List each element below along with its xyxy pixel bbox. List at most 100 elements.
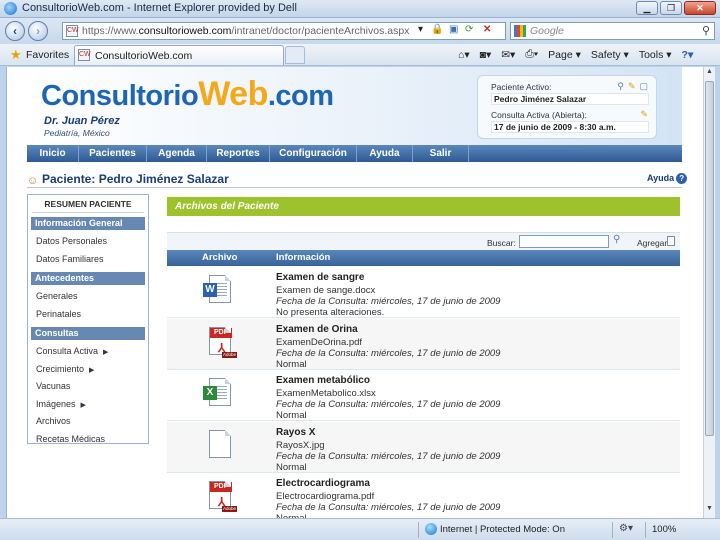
nav-item-configuraci-n[interactable]: Configuración (270, 145, 357, 162)
edit-patient-icon[interactable]: ✎ (628, 81, 636, 92)
page-menu[interactable]: Page ▾ (548, 49, 581, 61)
add-file-icon[interactable] (667, 236, 675, 246)
file-title[interactable]: Examen de Orina (276, 324, 358, 335)
home-icon[interactable]: ⌂▾ (458, 49, 470, 61)
zoom-level[interactable]: 100% (652, 524, 676, 535)
minimize-button[interactable]: ▁ (636, 1, 658, 15)
files-search-icon[interactable]: ⚲ (613, 234, 620, 245)
pdf-file-icon[interactable]: PDF ⅄ Adobe (203, 479, 237, 513)
scroll-up-icon[interactable]: ▲ (704, 68, 715, 80)
nav-item-inicio[interactable]: Inicio (27, 145, 79, 162)
file-name: RayosX.jpg (276, 439, 325, 451)
active-patient-box: Paciente Activo: ⚲ ✎ ▢ Pedro Jiménez Sal… (477, 75, 657, 139)
file-name: ExamenMetabolico.xlsx (276, 388, 376, 399)
sidebar-item[interactable]: Datos Familiares (36, 254, 104, 264)
edit-consult-icon[interactable]: ✎ (640, 109, 648, 120)
maximize-button[interactable]: ❐ (660, 1, 682, 15)
sidebar-item[interactable]: Imágenes ▶ (36, 399, 86, 409)
patient-icon: ☺ (27, 175, 39, 187)
sidebar-item[interactable]: Perinatales (36, 309, 81, 319)
help-link[interactable]: Ayuda? (647, 173, 688, 184)
refresh-icon[interactable]: ⟳ (465, 24, 473, 35)
sidebar-item-label: Imágenes (36, 398, 76, 409)
add-file-button[interactable]: Agregar (637, 238, 667, 248)
favorites-star-icon[interactable]: ★ (10, 47, 22, 63)
address-toolbar: ‹ › CW https://www.consultorioweb.com/in… (0, 18, 720, 44)
mail-icon[interactable]: ✉▾ (501, 49, 515, 61)
protected-mode-icon[interactable]: ⚙▾ (619, 523, 633, 534)
sidebar-section[interactable]: Antecedentes (31, 272, 145, 285)
file-title[interactable]: Examen de sangre (276, 272, 364, 283)
nav-item-reportes[interactable]: Reportes (207, 145, 270, 162)
table-row[interactable]: W Examen de sangre Examen de sange.docx Fec… (167, 267, 680, 318)
sidebar-item[interactable]: Vacunas (36, 381, 70, 391)
nav-item-pacientes[interactable]: Pacientes (79, 145, 147, 162)
file-note: No presenta alteraciones. (276, 307, 385, 318)
tools-menu[interactable]: Tools ▾ (639, 49, 672, 61)
files-table-header: Archivo Información (167, 250, 680, 266)
consult-date: Fecha de la Consulta: miércoles, 17 de j… (276, 347, 501, 359)
sidebar-item[interactable]: Archivos (36, 416, 71, 426)
nav-item-ayuda[interactable]: Ayuda (357, 145, 413, 162)
compatibility-icon[interactable]: ▣ (449, 24, 458, 35)
table-row[interactable]: Rayos X RayosX.jpg Fecha de la Consulta: m… (167, 421, 680, 473)
sidebar-section[interactable]: Información General (31, 217, 145, 230)
file-title[interactable]: Rayos X (276, 427, 315, 438)
search-box[interactable]: Google ⚲ (510, 22, 715, 40)
page-scrollbar[interactable]: ▲ ▼ (703, 67, 715, 518)
new-tab-button[interactable] (285, 46, 305, 64)
file-name: Electrocardiograma.pdf (276, 491, 375, 502)
scroll-thumb[interactable] (705, 81, 714, 436)
nav-item-agenda[interactable]: Agenda (147, 145, 207, 162)
sidebar-section[interactable]: Consultas (31, 327, 145, 340)
patient-summary-sidebar: RESUMEN PACIENTE Información General Dato… (27, 194, 149, 444)
consult-date: Fecha de la Consulta: miércoles, 17 de j… (276, 399, 501, 410)
close-button[interactable]: ✕ (684, 1, 716, 15)
site-logo[interactable]: ConsultorioWeb.com (41, 75, 334, 114)
active-consult-value: 17 de junio de 2009 - 8:30 a.m. (491, 121, 649, 133)
nav-item-salir[interactable]: Salir (413, 145, 469, 162)
security-zone[interactable]: Internet | Protected Mode: On (440, 524, 565, 535)
table-row[interactable]: X Examen metabólico ExamenMetabolico.xlsx F… (167, 370, 680, 421)
google-icon (514, 25, 526, 37)
main-nav: Inicio Pacientes Agenda Reportes Configuraci… (27, 145, 682, 162)
sidebar-item[interactable]: Generales (36, 291, 78, 301)
back-button[interactable]: ‹ (5, 21, 25, 41)
search-patient-icon[interactable]: ⚲ (617, 81, 624, 92)
image-file-icon[interactable] (203, 428, 233, 462)
files-search-input[interactable] (519, 235, 609, 248)
stop-icon[interactable]: ✕ (483, 24, 491, 35)
print-icon[interactable]: ⎙▾ (525, 48, 538, 61)
tab-label: ConsultorioWeb.com (95, 50, 193, 62)
sidebar-item[interactable]: Datos Personales (36, 236, 107, 246)
window-title: ConsultorioWeb.com - Internet Explorer p… (22, 2, 297, 14)
sidebar-item[interactable]: Recetas Médicas (36, 434, 105, 444)
help-icon[interactable]: ? (676, 173, 688, 184)
file-title[interactable]: Examen metabólico (276, 375, 370, 386)
feeds-icon[interactable]: ◙▾ (480, 49, 492, 61)
pdf-file-icon[interactable]: PDF ⅄ Adobe (203, 325, 237, 359)
address-bar[interactable]: CW https://www.consultorioweb.com/intran… (62, 22, 506, 40)
help-menu[interactable]: ?▾ (682, 49, 694, 61)
table-row[interactable]: PDF ⅄ Adobe Examen de Orina ExamenDeOrina.pd… (167, 318, 680, 370)
table-row[interactable]: PDF ⅄ Adobe Electrocardiograma Electrocardio… (167, 473, 680, 518)
dropdown-arrow-icon[interactable]: ▾ (418, 24, 423, 35)
search-icon[interactable]: ⚲ (702, 24, 710, 37)
word-file-icon[interactable]: W (203, 273, 233, 307)
sidebar-item[interactable]: Crecimiento ▶ (36, 364, 94, 374)
consult-date: Fecha de la Consulta: miércoles, 17 de j… (276, 502, 501, 513)
status-divider (418, 522, 419, 538)
forward-button[interactable]: › (28, 21, 48, 41)
favorites-button[interactable]: Favorites (26, 49, 69, 61)
file-note: Normal (276, 410, 307, 421)
new-patient-icon[interactable]: ▢ (639, 81, 648, 92)
lock-icon[interactable]: 🔒 (431, 24, 443, 35)
scroll-down-icon[interactable]: ▼ (704, 505, 715, 517)
file-title[interactable]: Electrocardiograma (276, 478, 370, 489)
address-url[interactable]: https://www.consultorioweb.com/intranet/… (82, 25, 409, 37)
browser-tab[interactable]: CW ConsultorioWeb.com (74, 45, 284, 65)
excel-file-icon[interactable]: X (203, 376, 233, 410)
sidebar-item[interactable]: Consulta Activa ▶ (36, 346, 108, 356)
safety-menu[interactable]: Safety ▾ (591, 49, 629, 61)
favorites-bar: ★ Favorites CW ConsultorioWeb.com ⌂▾ ◙▾ … (0, 44, 720, 66)
